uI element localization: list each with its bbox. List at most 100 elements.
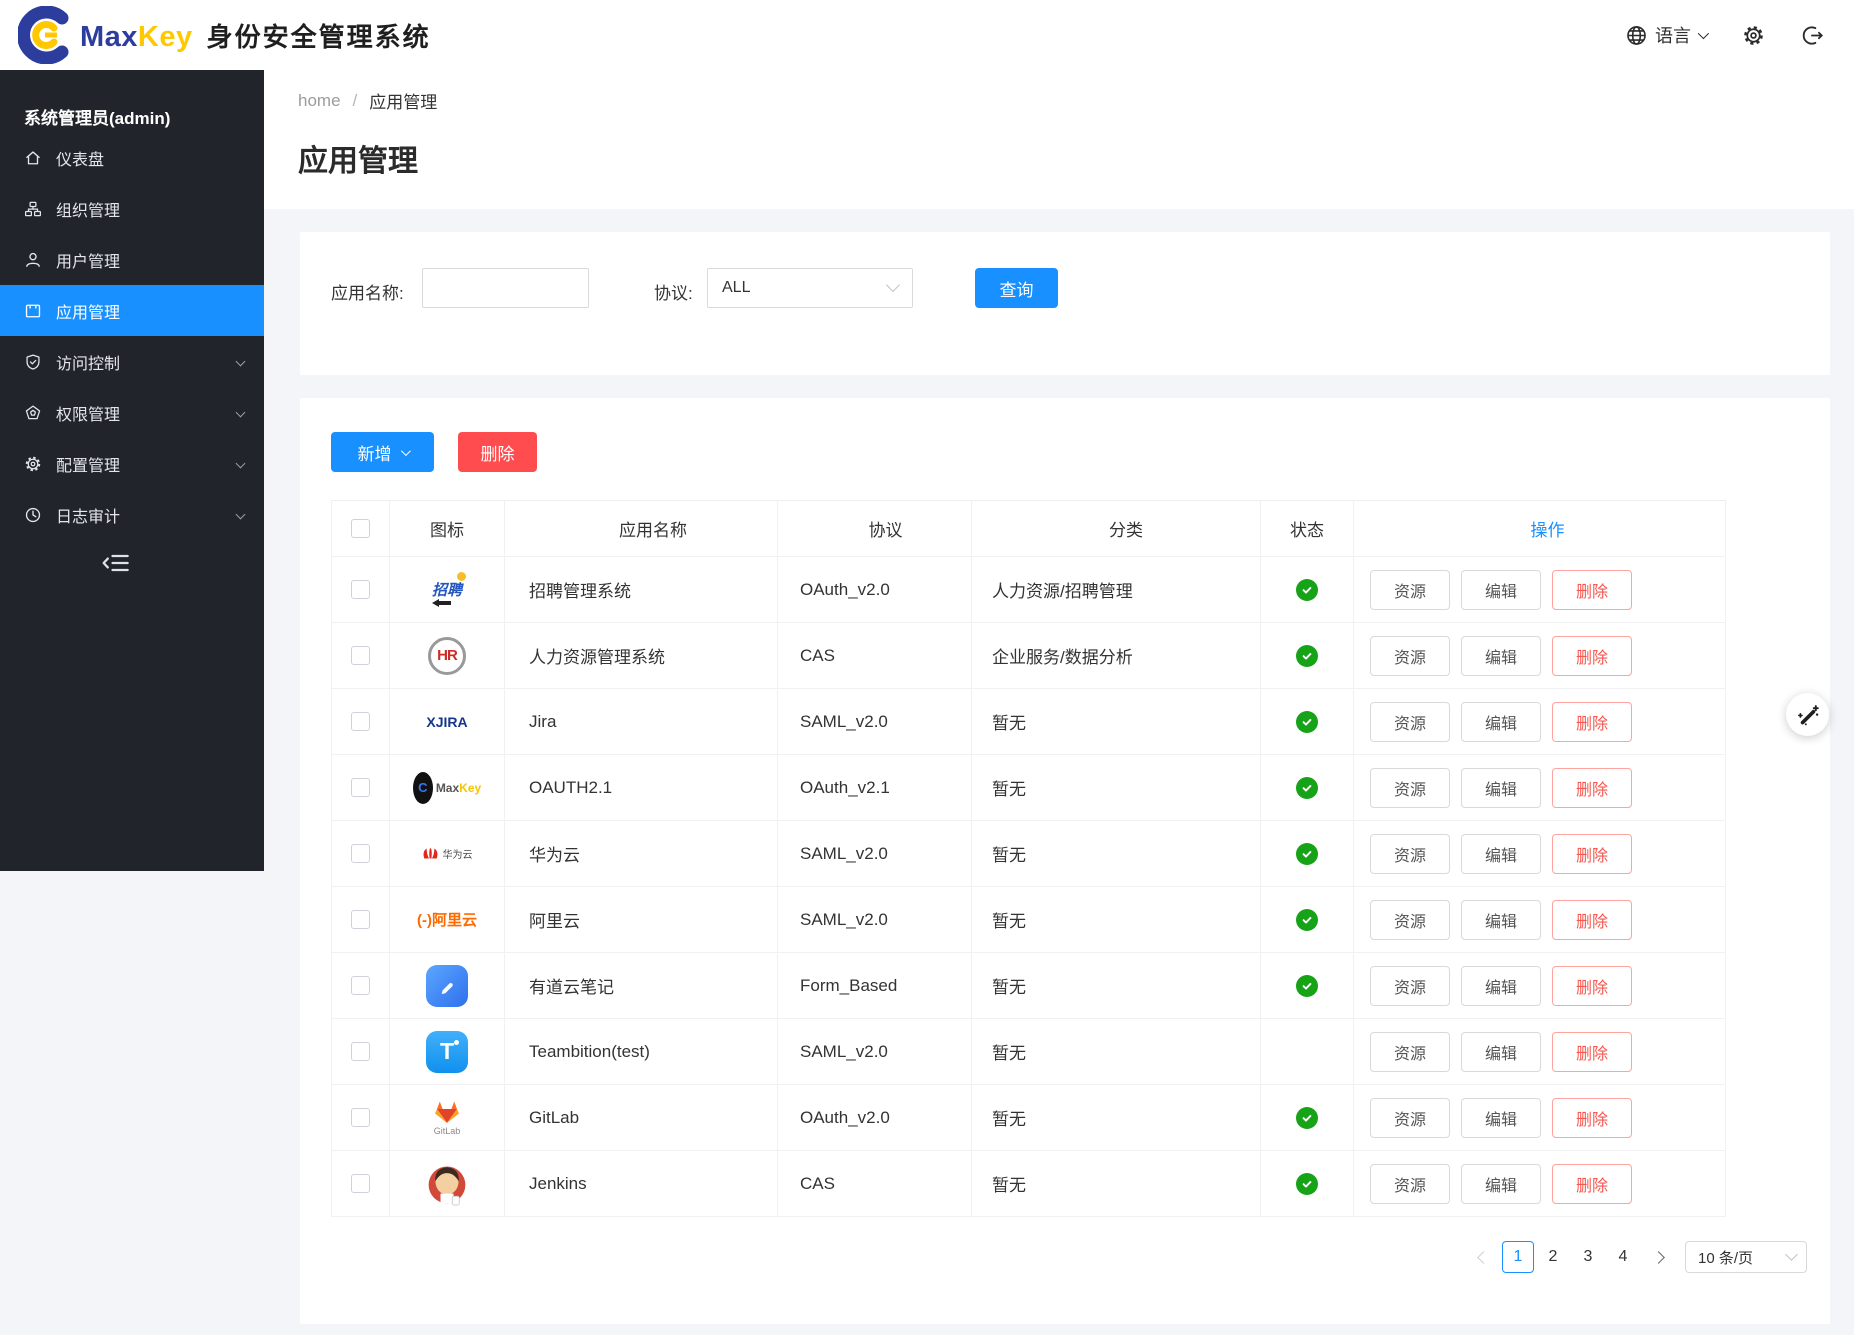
row-checkbox[interactable] [351,844,370,863]
column-header: 图标 [390,501,505,557]
resource-button[interactable]: 资源 [1370,1164,1450,1204]
resource-button[interactable]: 资源 [1370,768,1450,808]
page-size-value: 10 条/页 [1698,1247,1753,1268]
resource-button[interactable]: 资源 [1370,1098,1450,1138]
status-active-icon [1296,579,1318,601]
protocol-cell: SAML_v2.0 [800,1042,888,1062]
app-icon [24,302,42,320]
app-name-label: 应用名称: [331,279,404,304]
edit-button[interactable]: 编辑 [1461,1032,1541,1072]
app-name-cell: GitLab [529,1108,579,1128]
sidebar-item-config[interactable]: 配置管理 [0,438,264,489]
row-checkbox[interactable] [351,1108,370,1127]
row-checkbox[interactable] [351,580,370,599]
next-page-button[interactable] [1642,1241,1674,1273]
page-button-1[interactable]: 1 [1502,1241,1534,1273]
sidebar-item-user[interactable]: 用户管理 [0,234,264,285]
app-icon-zhaopin: 招聘 [390,557,505,623]
app-name-input[interactable] [422,268,589,308]
protocol-cell: SAML_v2.0 [800,910,888,930]
delete-row-button[interactable]: 删除 [1552,768,1632,808]
row-checkbox[interactable] [351,1174,370,1193]
search-button[interactable]: 查询 [975,268,1058,308]
content-top-strip [264,70,1854,209]
status-active-icon [1296,645,1318,667]
delete-row-button[interactable]: 删除 [1552,570,1632,610]
page-size-select[interactable]: 10 条/页 [1685,1241,1807,1273]
magic-wand-floating-button[interactable] [1786,693,1829,736]
app-name-cell: 招聘管理系统 [529,577,631,602]
delete-row-button[interactable]: 删除 [1552,900,1632,940]
edit-button[interactable]: 编辑 [1461,900,1541,940]
edit-button[interactable]: 编辑 [1461,636,1541,676]
app-name-cell: OAUTH2.1 [529,778,612,798]
edit-button[interactable]: 编辑 [1461,570,1541,610]
category-cell: 人力资源/招聘管理 [992,577,1133,602]
resource-button[interactable]: 资源 [1370,966,1450,1006]
sidebar-item-label: 用户管理 [56,248,120,272]
page-button-4[interactable]: 4 [1607,1241,1639,1273]
row-checkbox[interactable] [351,712,370,731]
breadcrumb: home / 应用管理 [298,88,437,113]
edit-button[interactable]: 编辑 [1461,966,1541,1006]
table-row: (-)阿里云阿里云SAML_v2.0暂无资源编辑删除 [331,887,1726,953]
sidebar-item-org[interactable]: 组织管理 [0,183,264,234]
edit-button[interactable]: 编辑 [1461,1164,1541,1204]
home-icon [24,149,42,167]
delete-row-button[interactable]: 删除 [1552,1164,1632,1204]
delete-row-button[interactable]: 删除 [1552,1098,1632,1138]
resource-button[interactable]: 资源 [1370,834,1450,874]
select-all-checkbox[interactable] [351,519,370,538]
breadcrumb-home-link[interactable]: home [298,91,341,111]
app-icon-aliyun: (-)阿里云 [390,887,505,953]
app-name-cell: Jenkins [529,1174,587,1194]
delete-row-button[interactable]: 删除 [1552,1032,1632,1072]
resource-button[interactable]: 资源 [1370,702,1450,742]
row-checkbox[interactable] [351,646,370,665]
edit-button[interactable]: 编辑 [1461,1098,1541,1138]
edit-button[interactable]: 编辑 [1461,768,1541,808]
logout-icon[interactable] [1801,24,1824,47]
sidebar-item-audit[interactable]: 日志审计 [0,489,264,540]
gear-icon [24,455,42,473]
edit-button[interactable]: 编辑 [1461,702,1541,742]
row-checkbox[interactable] [351,976,370,995]
resource-button[interactable]: 资源 [1370,636,1450,676]
delete-row-button[interactable]: 删除 [1552,702,1632,742]
sidebar-item-label: 日志审计 [56,503,120,527]
app-icon-teambition: T [390,1019,505,1085]
menu-fold-icon[interactable] [102,552,130,579]
app-header: Max Key 身份安全管理系统 语言 [0,0,1854,70]
row-checkbox[interactable] [351,778,370,797]
bulk-delete-button[interactable]: 删除 [458,432,537,472]
resource-button[interactable]: 资源 [1370,900,1450,940]
row-checkbox[interactable] [351,910,370,929]
sidebar-item-access[interactable]: 访问控制 [0,336,264,387]
resource-button[interactable]: 资源 [1370,570,1450,610]
protocol-cell: SAML_v2.0 [800,844,888,864]
page-button-2[interactable]: 2 [1537,1241,1569,1273]
sidebar-item-dashboard[interactable]: 仪表盘 [0,132,264,183]
delete-row-button[interactable]: 删除 [1552,636,1632,676]
prev-page-button[interactable] [1467,1241,1499,1273]
edit-button[interactable]: 编辑 [1461,834,1541,874]
sidebar-item-permission[interactable]: 权限管理 [0,387,264,438]
add-button[interactable]: 新增 [331,432,434,472]
table-header-row: 图标应用名称协议分类状态操作 [331,500,1726,557]
language-switcher[interactable]: 语言 [1625,22,1706,48]
delete-row-button[interactable]: 删除 [1552,834,1632,874]
breadcrumb-separator: / [353,91,358,111]
page-button-3[interactable]: 3 [1572,1241,1604,1273]
protocol-select[interactable]: ALL [707,268,913,308]
sidebar-item-app[interactable]: 应用管理 [0,285,264,336]
gear-icon[interactable] [1742,24,1765,47]
app-icon-jira: XJIRA [390,689,505,755]
delete-row-button[interactable]: 删除 [1552,966,1632,1006]
resource-button[interactable]: 资源 [1370,1032,1450,1072]
row-checkbox[interactable] [351,1042,370,1061]
table-row: 有道云笔记Form_Based暂无资源编辑删除 [331,953,1726,1019]
status-active-icon [1296,711,1318,733]
sidebar-item-label: 权限管理 [56,401,120,425]
protocol-cell: OAuth_v2.0 [800,580,890,600]
table-row: HR人力资源管理系统CAS企业服务/数据分析资源编辑删除 [331,623,1726,689]
